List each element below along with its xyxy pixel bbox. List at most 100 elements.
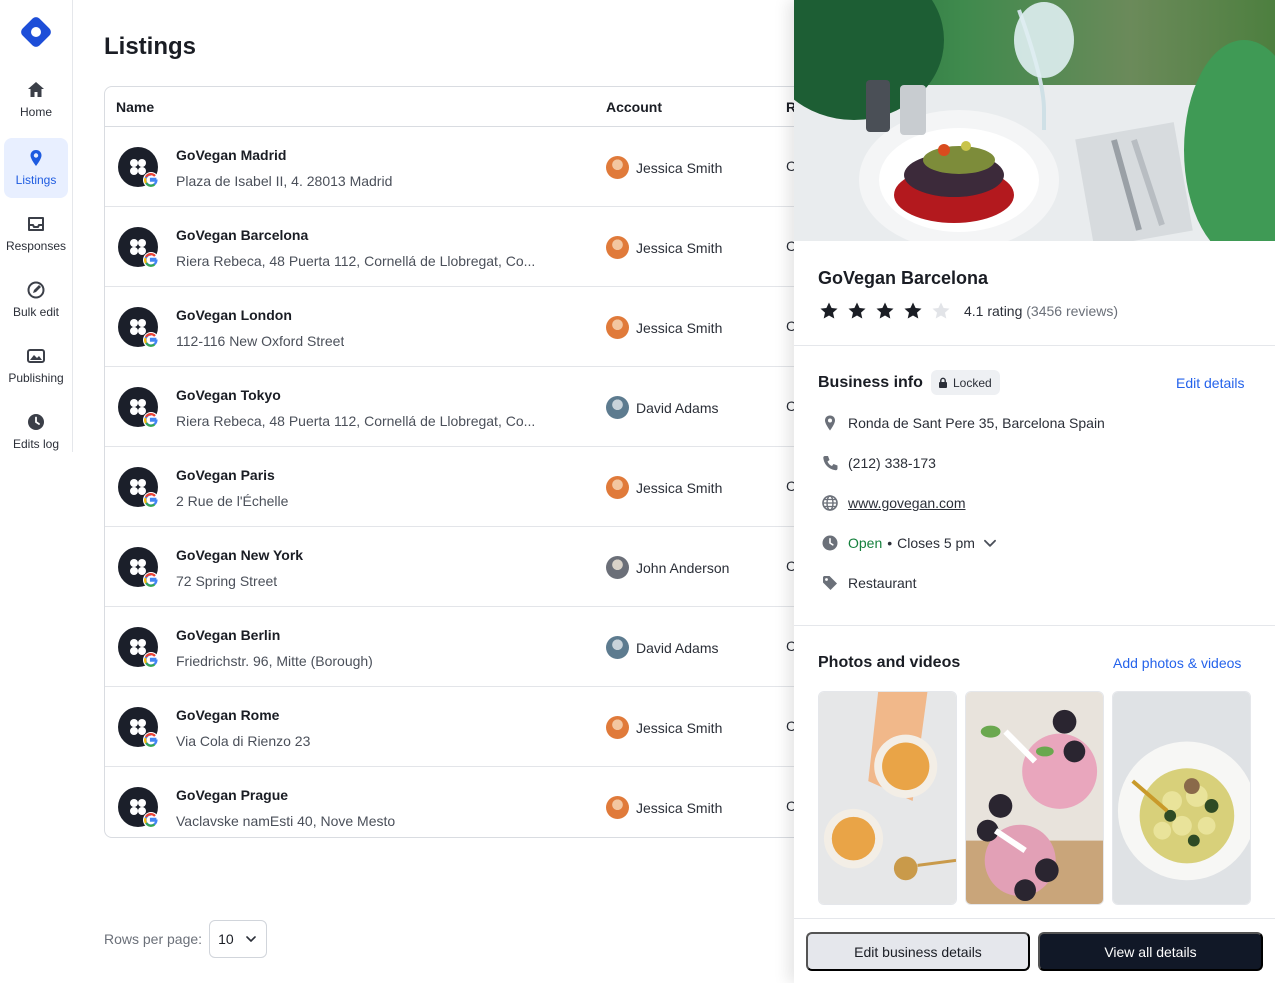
column-header-account[interactable]: Account xyxy=(606,99,662,115)
business-address: Vaclavske namEsti 40, Nove Mesto xyxy=(176,813,396,829)
view-all-details-button[interactable]: View all details xyxy=(1038,932,1263,971)
phone-row: (212) 338-173 xyxy=(821,454,936,472)
sidebar-item-bulk-edit[interactable]: Bulk edit xyxy=(4,270,68,330)
business-name[interactable]: GoVegan Prague xyxy=(176,787,288,803)
sidebar-item-publishing[interactable]: Publishing xyxy=(4,336,68,396)
business-name[interactable]: GoVegan Berlin xyxy=(176,627,280,643)
location-pin-icon xyxy=(30,150,42,166)
avatar xyxy=(606,716,629,739)
sidebar-item-label: Responses xyxy=(5,239,67,253)
star-filled-icon xyxy=(820,302,838,319)
table-row[interactable]: GoVegan Prague Vaclavske namEsti 40, Nov… xyxy=(105,767,823,837)
account-name: Jessica Smith xyxy=(636,319,723,336)
photo-thumbnail[interactable] xyxy=(965,691,1104,905)
avatar xyxy=(606,396,629,419)
account-cell: David Adams xyxy=(606,396,718,419)
star-filled-icon xyxy=(904,302,922,319)
business-name[interactable]: GoVegan Madrid xyxy=(176,147,286,163)
phone-text: (212) 338-173 xyxy=(848,455,936,471)
lock-icon xyxy=(939,377,947,388)
table-row[interactable]: GoVegan Paris 2 Rue de l'Échelle Jessica… xyxy=(105,447,823,527)
clock-icon xyxy=(822,535,838,551)
website-row: www.govegan.com xyxy=(821,494,966,512)
table-row[interactable]: GoVegan London 112-116 New Oxford Street… xyxy=(105,287,823,367)
category-text: Restaurant xyxy=(848,575,917,591)
avatar xyxy=(606,556,629,579)
column-header-name[interactable]: Name xyxy=(116,99,154,115)
photos-title: Photos and videos xyxy=(818,654,961,671)
sidebar-item-label: Publishing xyxy=(8,371,64,385)
sidebar-item-label: Edits log xyxy=(12,437,60,451)
chevron-down-icon[interactable] xyxy=(981,534,999,552)
business-address: Riera Rebeca, 48 Puerta 112, Cornellá de… xyxy=(176,413,536,429)
divider xyxy=(794,345,1275,346)
photo-thumbnail[interactable] xyxy=(1112,691,1251,905)
divider xyxy=(794,625,1275,626)
website-link[interactable]: www.govegan.com xyxy=(848,495,966,511)
star-rating xyxy=(819,301,951,321)
account-cell: Jessica Smith xyxy=(606,716,722,739)
address-row: Ronda de Sant Pere 35, Barcelona Spain xyxy=(821,414,1105,432)
photo-thumbnail[interactable] xyxy=(818,691,957,905)
edit-details-link[interactable]: Edit details xyxy=(1176,375,1244,391)
closing-time: Closes 5 pm xyxy=(897,535,975,551)
rating-text: 4.1 rating xyxy=(964,303,1023,319)
locked-badge: Locked xyxy=(931,370,1000,395)
business-info-title: Business info xyxy=(818,374,923,391)
edit-business-details-button[interactable]: Edit business details xyxy=(806,932,1030,971)
table-row[interactable]: GoVegan Madrid Plaza de Isabel II, 4. 28… xyxy=(105,127,823,207)
rows-per-page-select[interactable]: 10 xyxy=(209,920,268,958)
business-name[interactable]: GoVegan Rome xyxy=(176,707,279,723)
rating-summary: 4.1 rating (3456 reviews) xyxy=(964,303,1118,319)
globe-icon xyxy=(822,495,838,511)
listings-table: Name Account R GoVegan Madrid Plaza de I… xyxy=(104,86,824,838)
rows-per-page: Rows per page: 10 xyxy=(104,920,268,958)
table-header: Name Account R xyxy=(105,87,823,127)
sidebar-item-label: Listings xyxy=(15,173,57,187)
business-logo-icon xyxy=(118,707,158,747)
sidebar-item-edits-log[interactable]: Edits log xyxy=(4,402,68,452)
account-name: David Adams xyxy=(636,399,719,416)
business-logo-icon xyxy=(118,147,158,187)
business-name[interactable]: GoVegan Barcelona xyxy=(176,227,308,243)
avatar xyxy=(606,236,629,259)
chevron-down-icon xyxy=(245,936,256,942)
business-address: 112-116 New Oxford Street xyxy=(176,333,345,349)
sidebar-item-label: Bulk edit xyxy=(12,305,60,319)
avatar xyxy=(606,476,629,499)
business-logo-icon xyxy=(118,227,158,267)
phone-icon xyxy=(823,456,838,471)
address-text: Ronda de Sant Pere 35, Barcelona Spain xyxy=(848,415,1105,431)
sidebar-item-responses[interactable]: Responses xyxy=(4,204,68,264)
sidebar-item-home[interactable]: Home xyxy=(4,70,68,130)
listing-detail-panel: GoVegan Barcelona 4.1 rating (3456 revie… xyxy=(794,0,1275,983)
account-name: Jessica Smith xyxy=(636,719,723,736)
table-row[interactable]: GoVegan Berlin Friedrichstr. 96, Mitte (… xyxy=(105,607,823,687)
star-filled-icon xyxy=(876,302,894,319)
avatar xyxy=(606,796,629,819)
business-address: 72 Spring Street xyxy=(176,573,278,589)
account-cell: Jessica Smith xyxy=(606,236,722,259)
business-name[interactable]: GoVegan London xyxy=(176,307,292,323)
hours-row[interactable]: Open • Closes 5 pm xyxy=(821,534,1008,552)
account-cell: Jessica Smith xyxy=(606,156,722,179)
business-name[interactable]: GoVegan Tokyo xyxy=(176,387,281,403)
locked-badge-label: Locked xyxy=(953,375,992,390)
table-row[interactable]: GoVegan Barcelona Riera Rebeca, 48 Puert… xyxy=(105,207,823,287)
business-address: 2 Rue de l'Échelle xyxy=(176,493,289,509)
app-logo[interactable] xyxy=(19,15,53,49)
sidebar-item-listings[interactable]: Listings xyxy=(4,138,68,198)
business-logo-icon xyxy=(118,787,158,827)
business-address: Friedrichstr. 96, Mitte (Borough) xyxy=(176,653,373,669)
table-row[interactable]: GoVegan Tokyo Riera Rebeca, 48 Puerta 11… xyxy=(105,367,823,447)
table-row[interactable]: GoVegan New York 72 Spring Street John A… xyxy=(105,527,823,607)
business-name[interactable]: GoVegan New York xyxy=(176,547,303,563)
account-name: Jessica Smith xyxy=(636,799,723,816)
add-photos-link[interactable]: Add photos & videos xyxy=(1113,655,1241,671)
table-row[interactable]: GoVegan Rome Via Cola di Rienzo 23 Jessi… xyxy=(105,687,823,767)
images-icon xyxy=(27,349,45,363)
star-empty-icon xyxy=(932,302,950,319)
business-name[interactable]: GoVegan Paris xyxy=(176,467,275,483)
home-icon xyxy=(28,82,44,97)
business-logo-icon xyxy=(118,467,158,507)
